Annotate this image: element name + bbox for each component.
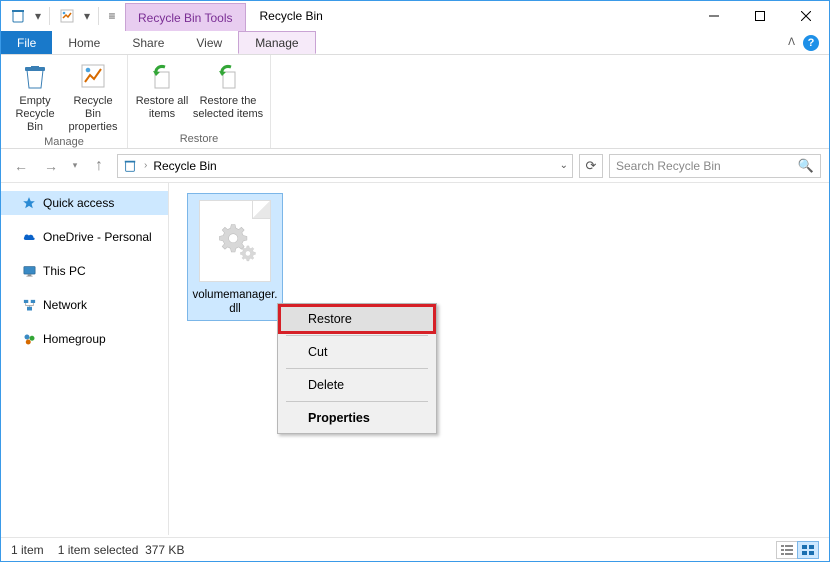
restore-all-items-button[interactable]: Restore all items [134,57,190,121]
separator [286,335,428,336]
window-controls [691,1,829,31]
tab-manage[interactable]: Manage [238,31,315,54]
recycle-bin-icon [18,59,52,93]
label: Restore the selected items [192,95,264,121]
separator [49,7,50,25]
sidebar-item-label: Homegroup [43,332,106,346]
chevron-down-icon[interactable]: ▾ [82,9,92,23]
refresh-button[interactable]: ⟳ [579,154,603,178]
close-button[interactable] [783,1,829,31]
quick-access-toolbar: ▾ ▾ ≡ [1,1,125,31]
qat-customize-icon[interactable]: ≡ [105,5,119,27]
star-icon [21,195,37,211]
label: Recycle Bin properties [65,95,121,134]
icons-view-button[interactable] [797,541,819,559]
contextual-tab-label: Recycle Bin Tools [125,3,246,31]
minimize-button[interactable] [691,1,737,31]
file-thumbnail [199,200,271,282]
sidebar-item-network[interactable]: Network [1,293,168,317]
tab-home[interactable]: Home [52,31,116,54]
ribbon-group-label: Restore [180,131,219,148]
navigation-bar: ← → ▾ ↑ › Recycle Bin ⌄ ⟳ Search Recycle… [1,149,829,183]
search-placeholder: Search Recycle Bin [616,159,721,173]
ribbon-group-label: Manage [44,134,84,151]
homegroup-icon [21,331,37,347]
up-button[interactable]: ↑ [87,154,111,178]
empty-recycle-bin-button[interactable]: Empty Recycle Bin [7,57,63,134]
ribbon-tabs: File Home Share View Manage ᐱ ? [1,31,829,55]
address-bar[interactable]: › Recycle Bin ⌄ [117,154,573,178]
collapse-ribbon-icon[interactable]: ᐱ [788,37,795,48]
ribbon-group-manage: Empty Recycle Bin Recycle Bin properties… [1,55,128,148]
recycle-bin-icon[interactable] [7,5,29,27]
monitor-icon [21,263,37,279]
file-name: volumemanager.dll [190,288,280,316]
ribbon: Empty Recycle Bin Recycle Bin properties… [1,55,829,149]
sidebar-item-label: OneDrive - Personal [43,230,152,244]
tab-share[interactable]: Share [116,31,180,54]
view-toggle [777,541,819,559]
tab-file[interactable]: File [1,31,52,54]
help-icon[interactable]: ? [803,35,819,51]
context-menu-cut[interactable]: Cut [280,339,434,365]
status-selected-text: 1 item selected [58,543,139,557]
search-icon: 🔍 [798,158,814,174]
status-selection: 1 item selected 377 KB [58,543,185,557]
separator [286,401,428,402]
file-item[interactable]: volumemanager.dll [187,193,283,321]
recycle-bin-properties-button[interactable]: Recycle Bin properties [65,57,121,134]
status-size-text: 377 KB [145,543,184,557]
label: Empty Recycle Bin [7,95,63,134]
tab-view[interactable]: View [180,31,238,54]
status-item-count: 1 item [11,543,44,557]
separator [98,7,99,25]
sidebar-item-quick-access[interactable]: Quick access [1,191,168,215]
details-view-button[interactable] [776,541,798,559]
recycle-bin-icon [122,158,138,174]
gear-icon [213,219,257,263]
title-bar: ▾ ▾ ≡ Recycle Bin Tools Recycle Bin [1,1,829,31]
forward-button[interactable]: → [39,154,63,178]
network-icon [21,297,37,313]
sidebar-item-label: Quick access [43,196,114,210]
restore-selected-items-button[interactable]: Restore the selected items [192,57,264,121]
search-input[interactable]: Search Recycle Bin 🔍 [609,154,821,178]
context-menu-delete[interactable]: Delete [280,372,434,398]
chevron-down-icon[interactable]: ⌄ [560,160,568,171]
sidebar-item-onedrive[interactable]: OneDrive - Personal [1,225,168,249]
sidebar-item-label: This PC [43,264,86,278]
cloud-icon [21,229,37,245]
chevron-down-icon[interactable]: ▾ [33,9,43,23]
sidebar-item-this-pc[interactable]: This PC [1,259,168,283]
sidebar-item-label: Network [43,298,87,312]
chevron-right-icon[interactable]: › [142,160,149,171]
properties-icon [76,59,110,93]
ribbon-group-restore: Restore all items Restore the selected i… [128,55,271,148]
history-dropdown[interactable]: ▾ [69,160,81,171]
context-menu: Restore Cut Delete Properties [277,303,437,434]
status-bar: 1 item 1 item selected 377 KB [1,537,829,561]
restore-all-icon [145,59,179,93]
separator [286,368,428,369]
maximize-button[interactable] [737,1,783,31]
restore-selected-icon [211,59,245,93]
window-title: Recycle Bin [246,1,692,31]
address-location: Recycle Bin [153,159,216,173]
content-pane[interactable]: volumemanager.dll [169,183,829,535]
context-menu-properties[interactable]: Properties [280,405,434,431]
properties-icon[interactable] [56,5,78,27]
label: Restore all items [134,95,190,121]
navigation-pane: Quick access OneDrive - Personal This PC… [1,183,169,535]
sidebar-item-homegroup[interactable]: Homegroup [1,327,168,351]
context-menu-restore[interactable]: Restore [280,306,434,332]
back-button[interactable]: ← [9,154,33,178]
